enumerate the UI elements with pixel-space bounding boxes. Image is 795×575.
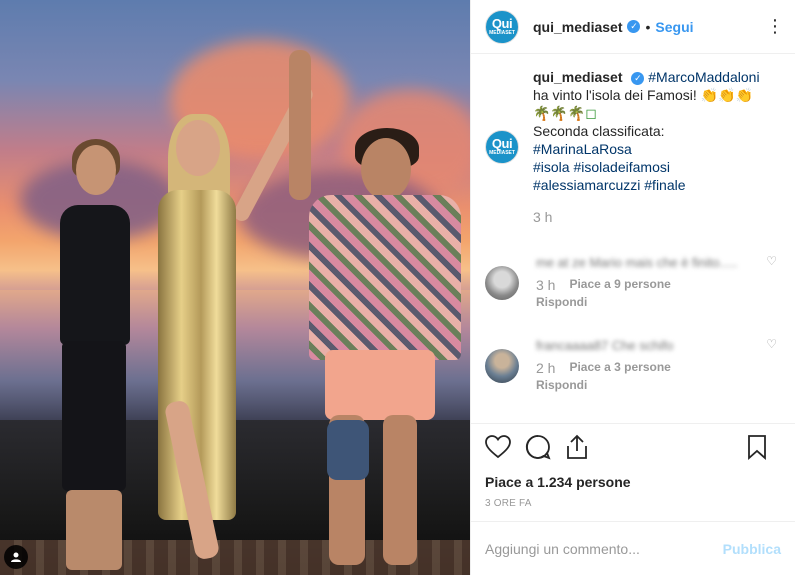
comment-item: me at ze Mario mais che è finito..... 3 … xyxy=(485,254,781,309)
instagram-post: Qui MEDIASET qui_mediaset ✓ • Segui ⋮ Qu… xyxy=(0,0,795,575)
caption-time: 3 h xyxy=(533,209,553,225)
follow-button[interactable]: Segui xyxy=(655,19,693,35)
hashtag-second[interactable]: #MarinaLaRosa xyxy=(533,140,760,158)
comment-like-icon[interactable]: ♡ xyxy=(766,254,777,268)
share-icon[interactable] xyxy=(565,434,589,465)
comment-input[interactable] xyxy=(485,540,723,557)
post-photo[interactable] xyxy=(0,0,470,575)
username-link[interactable]: qui_mediaset xyxy=(533,19,622,35)
person-right-winner xyxy=(285,50,470,575)
commenter-avatar[interactable] xyxy=(485,349,519,383)
comment-text: me at ze Mario mais che è finito..... xyxy=(536,255,738,270)
profile-avatar[interactable]: Qui MEDIASET xyxy=(485,9,519,44)
caption-text: qui_mediaset ✓ #MarcoMaddaloni ha vinto … xyxy=(533,68,760,226)
verified-badge-icon: ✓ xyxy=(627,20,641,33)
caption-username[interactable]: qui_mediaset xyxy=(533,69,622,85)
user-tag-icon[interactable] xyxy=(4,545,28,569)
hashtags-line-2[interactable]: #alessiamarcuzzi #finale xyxy=(533,176,760,194)
person-center-host xyxy=(140,70,316,565)
add-comment-bar: Pubblica xyxy=(471,521,795,575)
heart-icon[interactable] xyxy=(485,434,511,464)
more-horizontal-icon[interactable]: ⋮ xyxy=(766,16,785,37)
publish-button[interactable]: Pubblica xyxy=(723,541,781,557)
post-sidebar: Qui MEDIASET qui_mediaset ✓ • Segui ⋮ Qu… xyxy=(470,0,795,575)
likes-count[interactable]: Piace a 1.234 persone xyxy=(485,474,781,490)
post-timestamp: 3 ORE FA xyxy=(485,498,532,509)
comment-likes[interactable]: Piace a 9 persone xyxy=(569,277,670,293)
post-actions: Piace a 1.234 persone 3 ORE FA xyxy=(471,423,795,521)
comment-time: 3 h xyxy=(536,277,556,293)
verified-badge-icon: ✓ xyxy=(631,71,645,85)
commenter-avatar[interactable] xyxy=(485,266,519,300)
comment-icon[interactable] xyxy=(525,434,551,465)
comment-like-icon[interactable]: ♡ xyxy=(766,337,777,351)
person-left xyxy=(48,139,138,570)
post-header: Qui MEDIASET qui_mediaset ✓ • Segui ⋮ xyxy=(471,0,795,54)
comment-time: 2 h xyxy=(536,360,556,376)
comment-item: francaaaa87 Che schifo 2 h Piace a 3 per… xyxy=(485,337,781,392)
caption-avatar[interactable]: Qui MEDIASET xyxy=(485,130,519,164)
hashtag-mention[interactable]: #MarcoMaddaloni xyxy=(648,69,759,85)
caption-emoji-line: 🌴🌴🌴◻ xyxy=(533,105,597,121)
comment-text: francaaaa87 Che schifo xyxy=(536,338,674,353)
hashtags-line-1[interactable]: #isola #isoladeifamosi xyxy=(533,158,760,176)
caption-line-1: ha vinto l'isola dei Famosi! 👏👏👏 xyxy=(533,87,753,103)
reply-button[interactable]: Rispondi xyxy=(536,378,746,392)
reply-button[interactable]: Rispondi xyxy=(536,295,746,309)
comment-likes[interactable]: Piace a 3 persone xyxy=(569,360,670,376)
post-caption: Qui MEDIASET qui_mediaset ✓ #MarcoMaddal… xyxy=(485,68,781,226)
caption-line-3: Seconda classificata: xyxy=(533,123,665,139)
bookmark-icon[interactable] xyxy=(747,434,767,465)
comments-section: Qui MEDIASET qui_mediaset ✓ #MarcoMaddal… xyxy=(471,54,795,423)
separator-dot: • xyxy=(645,18,651,35)
